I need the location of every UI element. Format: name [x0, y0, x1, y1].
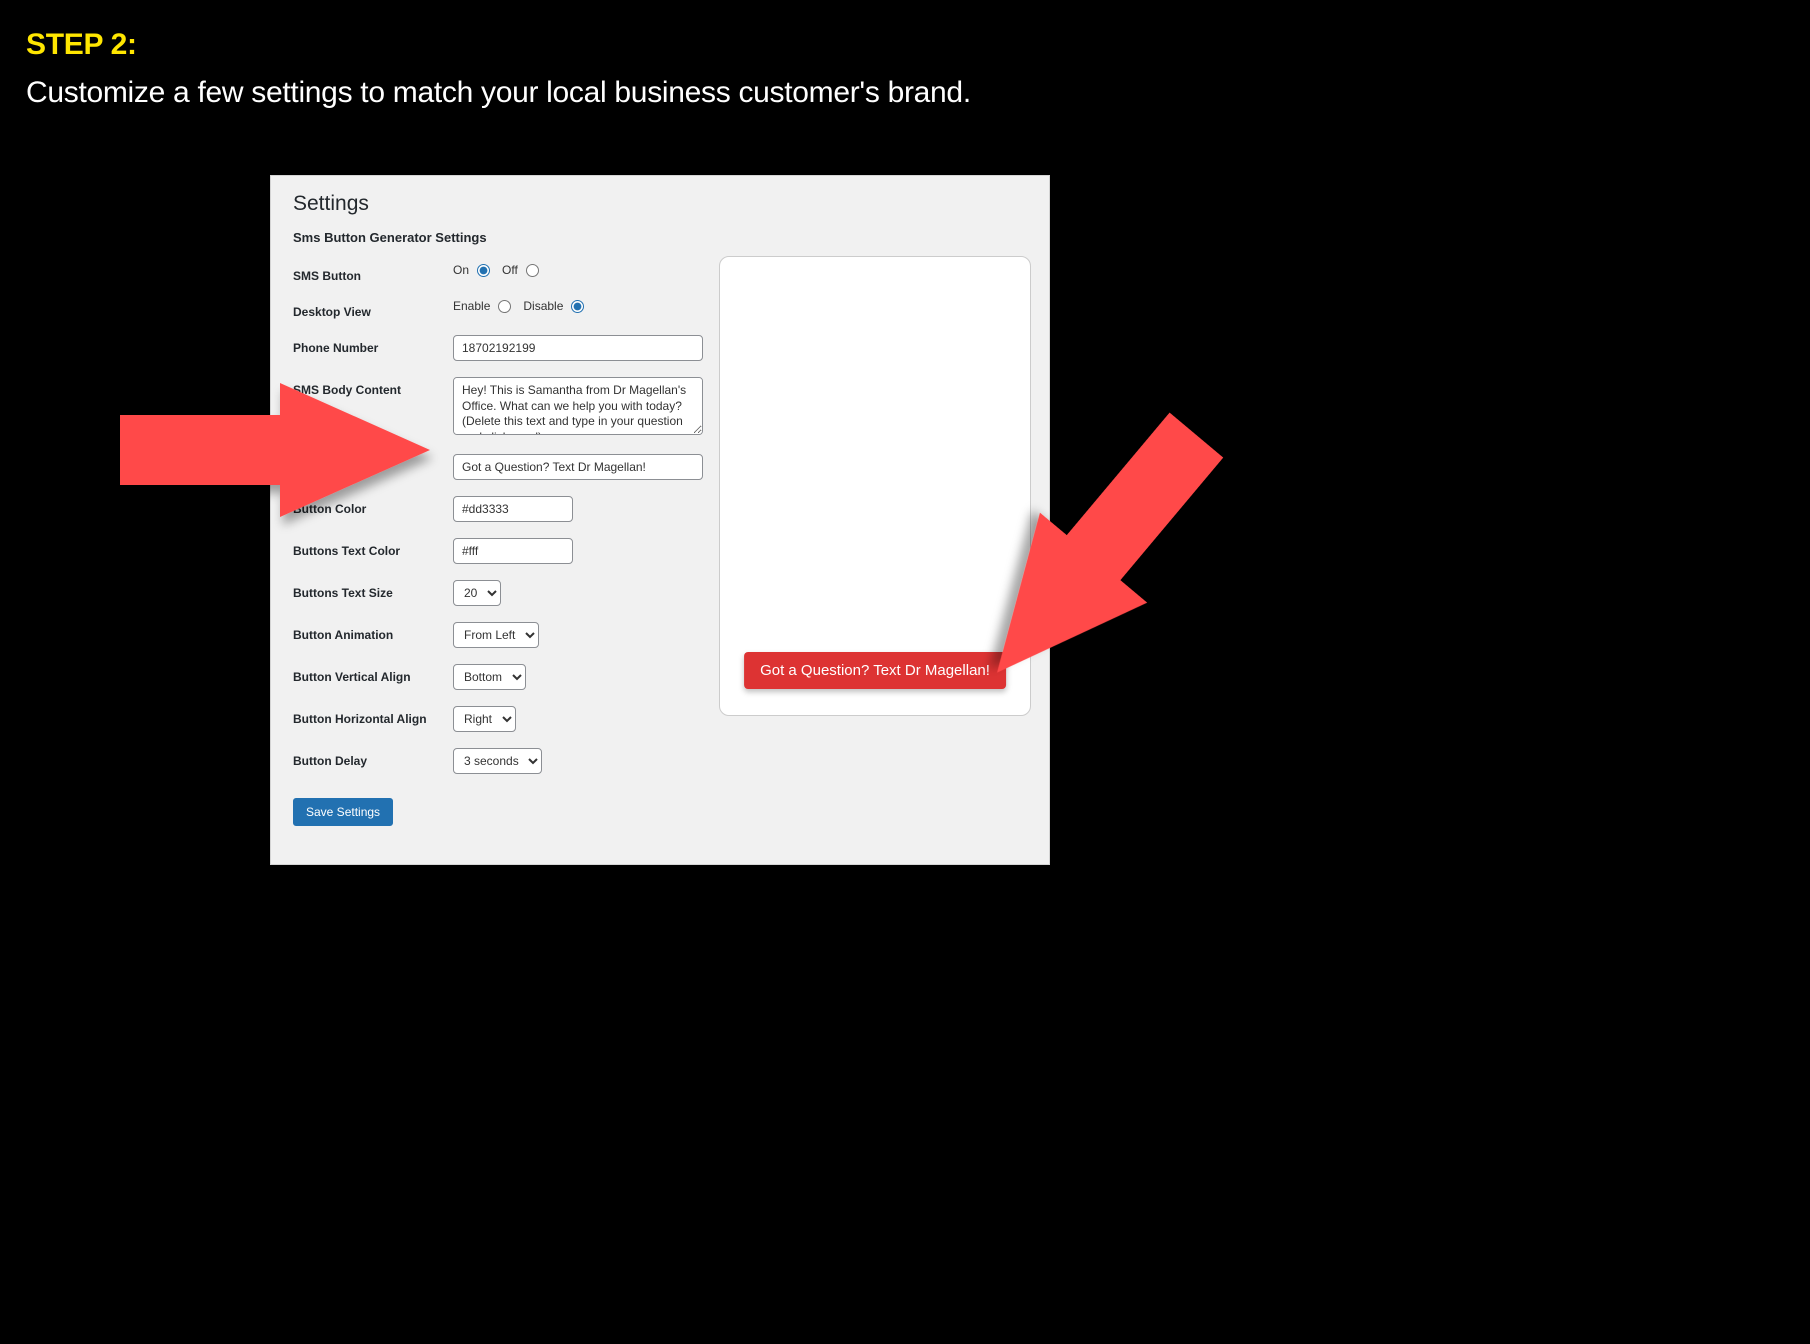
radio-desktop-disable[interactable] [571, 300, 584, 313]
radio-label-disable: Disable [523, 299, 563, 313]
step-label: STEP 2: [26, 28, 1254, 62]
label-buttons-text-size: Buttons Text Size [293, 580, 453, 600]
settings-form: SMS Button On Off Desktop View Enable Di… [293, 263, 713, 826]
select-button-delay[interactable]: 3 seconds [453, 748, 542, 774]
radio-label-off: Off [502, 263, 518, 277]
input-buttons-text-color[interactable] [453, 538, 573, 564]
label-desktop-view: Desktop View [293, 299, 453, 319]
label-sms-button: SMS Button [293, 263, 453, 283]
select-button-animation[interactable]: From Left [453, 622, 539, 648]
save-button[interactable]: Save Settings [293, 798, 393, 826]
label-button-text: Button Text [293, 454, 453, 474]
label-buttons-text-color: Buttons Text Color [293, 538, 453, 558]
section-title: Sms Button Generator Settings [293, 230, 1027, 245]
page-title: Settings [293, 192, 1027, 216]
select-button-vertical[interactable]: Bottom [453, 664, 526, 690]
label-button-horizontal: Button Horizontal Align [293, 706, 453, 726]
label-button-vertical: Button Vertical Align [293, 664, 453, 684]
radio-desktop-enable[interactable] [498, 300, 511, 313]
select-button-horizontal[interactable]: Right [453, 706, 516, 732]
select-buttons-text-size[interactable]: 20 [453, 580, 501, 606]
input-button-color[interactable] [453, 496, 573, 522]
preview-box: Got a Question? Text Dr Magellan! [719, 256, 1031, 716]
input-phone-number[interactable] [453, 335, 703, 361]
label-button-animation: Button Animation [293, 622, 453, 642]
label-sms-body: SMS Body Content [293, 377, 453, 397]
radio-label-enable: Enable [453, 299, 490, 313]
radio-label-on: On [453, 263, 469, 277]
radio-sms-on[interactable] [477, 264, 490, 277]
step-description: Customize a few settings to match your l… [26, 76, 1254, 110]
radio-sms-off[interactable] [526, 264, 539, 277]
label-button-color: Button Color [293, 496, 453, 516]
label-phone-number: Phone Number [293, 335, 453, 355]
settings-panel: Settings Sms Button Generator Settings S… [270, 175, 1050, 865]
label-button-delay: Button Delay [293, 748, 453, 768]
input-sms-body[interactable]: Hey! This is Samantha from Dr Magellan's… [453, 377, 703, 435]
input-button-text[interactable] [453, 454, 703, 480]
preview-sms-button[interactable]: Got a Question? Text Dr Magellan! [744, 652, 1006, 689]
